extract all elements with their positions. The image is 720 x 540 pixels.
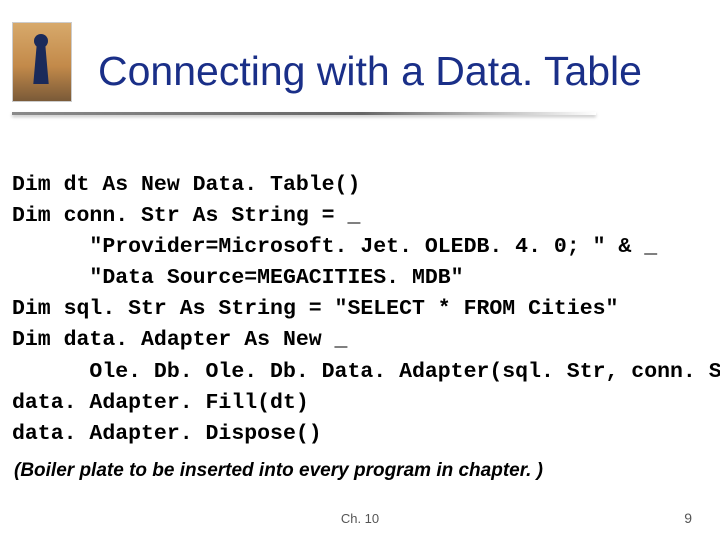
page-number: 9 [684, 510, 692, 526]
boilerplate-note: (Boiler plate to be inserted into every … [14, 460, 543, 482]
title-underline [12, 112, 596, 115]
code-block: Dim dt As New Data. Table() Dim conn. St… [12, 170, 708, 451]
logo-figure-head [34, 34, 48, 48]
slide-title: Connecting with a Data. Table [98, 48, 642, 95]
chapter-label: Ch. 10 [0, 511, 720, 526]
logo [12, 22, 72, 102]
slide: Connecting with a Data. Table Dim dt As … [0, 0, 720, 540]
